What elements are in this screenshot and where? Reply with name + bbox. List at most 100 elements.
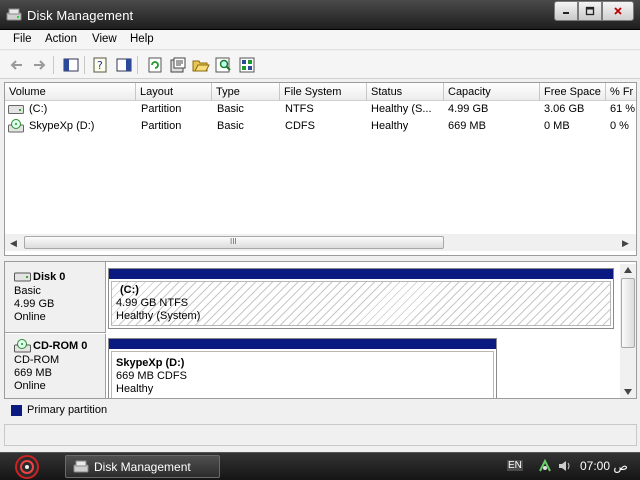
scroll-up-icon[interactable]: [624, 267, 632, 273]
cd-rom-icon: [14, 339, 31, 353]
toolbar-separator: [53, 56, 54, 74]
forward-arrow-icon[interactable]: [30, 56, 48, 74]
disk-0-label[interactable]: Disk 0 Basic 4.99 GB Online: [5, 262, 106, 333]
cell-capacity: 669 MB: [448, 120, 486, 132]
volume-status: Healthy (System): [116, 310, 201, 322]
disk-size: 669 MB: [14, 367, 52, 379]
vertical-scroll-thumb[interactable]: [621, 278, 635, 348]
volume-list: Volume Layout Type File System Status Ca…: [4, 82, 637, 256]
vertical-scrollbar[interactable]: [620, 264, 636, 398]
disk-state: Online: [14, 380, 46, 392]
cell-percent-free: 0 %: [610, 120, 629, 132]
menu-view[interactable]: View: [92, 33, 117, 45]
scroll-down-icon[interactable]: [624, 389, 632, 395]
rescan-disks-icon[interactable]: [238, 56, 256, 74]
volume-c-block[interactable]: (C:) 4.99 GB NTFS Healthy (System): [108, 268, 614, 329]
caption-buttons: [554, 1, 634, 21]
disk-size: 4.99 GB: [14, 298, 55, 310]
cell-volume: (C:): [29, 103, 48, 115]
hard-disk-icon: [8, 105, 24, 114]
cell-free-space: 0 MB: [544, 120, 570, 132]
cell-layout: Partition: [141, 120, 182, 132]
column-headers: Volume Layout Type File System Status Ca…: [5, 83, 636, 101]
taskbar-button-disk-management[interactable]: Disk Management: [65, 455, 220, 478]
column-header-type[interactable]: Type: [212, 83, 280, 101]
cell-capacity: 4.99 GB: [448, 103, 489, 115]
column-header-percent-free[interactable]: % Fr: [606, 83, 636, 101]
clock: 07:00 ص: [580, 459, 628, 473]
menu-help[interactable]: Help: [130, 33, 154, 45]
volume-icon[interactable]: [557, 459, 571, 473]
disk-kind: CD-ROM: [14, 354, 60, 366]
cd-rom-0-label[interactable]: CD-ROM 0 CD-ROM 669 MB Online: [5, 334, 106, 398]
window-title: Disk Management: [27, 8, 134, 23]
column-header-layout[interactable]: Layout: [136, 83, 212, 101]
toolbar-separator: [137, 56, 138, 74]
column-header-volume[interactable]: Volume: [5, 83, 136, 101]
minimize-icon: [563, 12, 569, 14]
hard-disk-icon: [14, 272, 31, 282]
open-folder-icon[interactable]: [192, 56, 210, 74]
cell-status: Healthy: [371, 120, 409, 132]
cell-free-space: 3.06 GB: [544, 103, 585, 115]
column-header-capacity[interactable]: Capacity: [444, 83, 540, 101]
volume-label: SkypeXp (D:): [116, 357, 185, 369]
primary-partition-swatch: [11, 405, 22, 416]
properties-icon[interactable]: [169, 56, 187, 74]
taskbar-button-label: Disk Management: [94, 460, 191, 474]
search-icon[interactable]: [215, 56, 233, 74]
title-bar[interactable]: Disk Management: [0, 0, 640, 30]
scroll-left-icon[interactable]: ◀: [10, 238, 17, 249]
volume-label: (C:): [120, 284, 139, 296]
horizontal-scroll-thumb[interactable]: III: [24, 236, 444, 249]
disk-state: Online: [14, 311, 46, 323]
start-button-icon[interactable]: [12, 454, 42, 480]
cell-status: Healthy (S...: [371, 103, 432, 115]
menu-file[interactable]: File: [13, 33, 32, 45]
cell-type: Basic: [217, 120, 244, 132]
volume-detail: 4.99 GB NTFS: [116, 297, 189, 309]
show-hide-console-tree-icon[interactable]: [62, 56, 80, 74]
disk-kind: Basic: [14, 285, 41, 297]
table-row[interactable]: (C:) Partition Basic NTFS Healthy (S... …: [5, 101, 636, 118]
cd-rom-icon: [8, 119, 24, 133]
svg-text:?: ?: [97, 59, 103, 72]
show-hide-action-pane-icon[interactable]: [115, 56, 133, 74]
volume-status: Healthy: [116, 383, 154, 395]
primary-partition-bar: [109, 269, 613, 279]
cell-layout: Partition: [141, 103, 182, 115]
disk-name: Disk 0: [33, 271, 66, 283]
language-indicator[interactable]: EN: [507, 460, 523, 471]
legend-label: Primary partition: [27, 404, 108, 416]
toolbar: ?: [0, 51, 640, 79]
cell-percent-free: 61 %: [610, 103, 636, 115]
cell-volume: SkypeXp (D:): [29, 120, 95, 132]
taskbar: Disk Management EN 07:00 ص: [0, 452, 640, 480]
column-header-status[interactable]: Status: [367, 83, 444, 101]
toolbar-separator: [84, 56, 85, 74]
cell-file-system: NTFS: [285, 103, 314, 115]
legend: Primary partition: [4, 400, 637, 422]
horizontal-scrollbar[interactable]: ◀ III ▶: [5, 234, 636, 251]
cell-type: Basic: [217, 103, 244, 115]
status-bar: [4, 424, 637, 446]
network-icon[interactable]: [538, 459, 552, 473]
minimize-button[interactable]: [554, 1, 578, 21]
volume-d-block[interactable]: SkypeXp (D:) 669 MB CDFS Healthy: [108, 338, 497, 398]
disk-management-window: Disk Management File Action View Help ?: [0, 0, 640, 452]
refresh-icon[interactable]: [146, 56, 164, 74]
volume-d-body: SkypeXp (D:) 669 MB CDFS Healthy: [111, 351, 494, 398]
close-button[interactable]: [602, 1, 634, 21]
maximize-button[interactable]: [578, 1, 602, 21]
scroll-right-icon[interactable]: ▶: [622, 238, 629, 249]
volume-detail: 669 MB CDFS: [116, 370, 187, 382]
back-arrow-icon[interactable]: [8, 56, 26, 74]
primary-partition-bar: [109, 339, 496, 349]
cell-file-system: CDFS: [285, 120, 315, 132]
menu-action[interactable]: Action: [45, 33, 77, 45]
help-icon[interactable]: ?: [92, 56, 110, 74]
table-row[interactable]: SkypeXp (D:) Partition Basic CDFS Health…: [5, 118, 636, 135]
column-header-free-space[interactable]: Free Space: [540, 83, 606, 101]
disk-management-icon: [6, 8, 22, 21]
column-header-file-system[interactable]: File System: [280, 83, 367, 101]
